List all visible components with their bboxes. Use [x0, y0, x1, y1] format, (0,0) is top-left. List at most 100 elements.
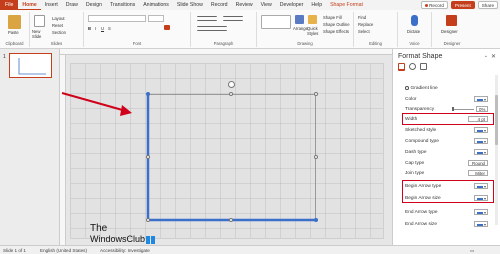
end-arrow-type-row: End Arrow type: [405, 208, 488, 216]
format-shape-pane: Format Shape ⌄ ✕ Gradient line Color Tra…: [392, 49, 500, 245]
sketched-style-label: Sketched style: [405, 127, 437, 133]
align-icon[interactable]: [197, 26, 227, 31]
reset-button[interactable]: Reset: [52, 23, 63, 28]
tab-design[interactable]: Design: [82, 0, 106, 10]
resize-handle-bottom-left[interactable]: [146, 218, 150, 222]
gradient-line-radio[interactable]: [405, 86, 409, 90]
tab-transitions[interactable]: Transitions: [106, 0, 139, 10]
end-arrow-size-picker[interactable]: [474, 221, 488, 227]
width-highlight-box: [402, 113, 494, 125]
tab-home[interactable]: Home: [18, 0, 41, 10]
shapes-gallery[interactable]: [261, 15, 291, 29]
transparency-slider[interactable]: [452, 107, 474, 111]
shape-effects-button[interactable]: Shape Effects: [323, 29, 349, 34]
begin-arrow-highlight-box: [402, 180, 494, 203]
present-button[interactable]: Present: [450, 1, 475, 9]
gradient-line-row[interactable]: Gradient line: [405, 84, 488, 92]
shape-outline-button[interactable]: Shape Outline: [323, 22, 350, 27]
cap-type-select[interactable]: Round: [468, 160, 488, 166]
transparency-input[interactable]: 0%: [476, 106, 488, 112]
tab-animations[interactable]: Animations: [139, 0, 173, 10]
close-icon[interactable]: ✕: [491, 53, 496, 60]
dash-type-picker[interactable]: [474, 149, 488, 155]
select-button[interactable]: Select: [358, 29, 370, 34]
resize-handle-left[interactable]: [146, 155, 150, 159]
dictate-button[interactable]: Dictate: [407, 29, 420, 34]
end-arrow-type-picker[interactable]: [474, 209, 488, 215]
horizontal-ruler: [60, 49, 392, 55]
italic-icon[interactable]: I: [95, 26, 96, 31]
shape-fill-button[interactable]: Shape Fill: [323, 15, 342, 20]
arrange-icon[interactable]: [295, 15, 304, 24]
bold-icon[interactable]: B: [88, 26, 91, 31]
quick-styles-icon[interactable]: [308, 15, 317, 24]
slide-thumbnail[interactable]: [9, 53, 52, 78]
tab-slide-show[interactable]: Slide Show: [173, 0, 207, 10]
windows-logo-icon: [146, 235, 156, 244]
tab-developer[interactable]: Developer: [276, 0, 308, 10]
tab-review[interactable]: Review: [232, 0, 257, 10]
font-size-select[interactable]: [148, 15, 164, 22]
numbering-icon[interactable]: [223, 16, 243, 21]
tab-insert[interactable]: Insert: [41, 0, 62, 10]
tab-shape-format[interactable]: Shape Format: [326, 0, 367, 10]
microphone-icon[interactable]: [411, 15, 418, 26]
resize-handle-right[interactable]: [314, 155, 318, 159]
ribbon: Paste Clipboard New Slide Layout Reset S…: [0, 10, 500, 49]
fill-line-icon[interactable]: [398, 63, 405, 70]
record-button[interactable]: Record: [421, 1, 448, 9]
logo-line-1: The: [90, 223, 108, 234]
tab-view[interactable]: View: [257, 0, 276, 10]
record-icon: [425, 4, 429, 8]
end-arrow-size-label: End Arrow size: [405, 221, 437, 227]
language-status[interactable]: English (United States): [40, 248, 87, 253]
tab-help[interactable]: Help: [307, 0, 326, 10]
resize-handle-bottom[interactable]: [229, 218, 233, 222]
font-color-icon[interactable]: [164, 25, 170, 30]
designer-button[interactable]: Designer: [441, 29, 458, 34]
new-slide-button[interactable]: New Slide: [32, 29, 48, 39]
arrange-button[interactable]: Arrange: [293, 26, 308, 31]
bullets-icon[interactable]: [197, 16, 217, 21]
slides-label: Slides: [50, 41, 63, 46]
sketched-style-picker[interactable]: [474, 127, 488, 133]
designer-icon[interactable]: [446, 15, 457, 26]
compound-type-picker[interactable]: [474, 138, 488, 144]
replace-button[interactable]: Replace: [358, 22, 373, 27]
font-family-select[interactable]: [88, 15, 146, 22]
paste-button[interactable]: Paste: [8, 30, 19, 35]
paragraph-group: Paragraph: [191, 12, 257, 47]
quick-styles-button[interactable]: Quick Styles: [307, 26, 321, 36]
join-type-label: Join type: [405, 170, 425, 176]
slides-group: New Slide Layout Reset Section Slides: [30, 12, 84, 47]
color-picker[interactable]: [474, 96, 488, 102]
new-slide-icon[interactable]: [34, 15, 45, 27]
zoom-fit-icon[interactable]: ▭: [470, 248, 474, 254]
effects-icon[interactable]: [409, 63, 416, 70]
tab-file[interactable]: File: [0, 0, 19, 10]
chevron-down-icon[interactable]: ⌄: [484, 53, 488, 59]
share-button[interactable]: Share: [477, 1, 498, 9]
compound-type-label: Compound type: [405, 138, 439, 144]
tabbar-actions: Record Present Share: [421, 1, 498, 9]
status-bar: Slide 1 of 1 English (United States) Acc…: [0, 245, 500, 254]
accessibility-status[interactable]: Accessibility: Investigate: [100, 248, 150, 253]
paste-icon[interactable]: [8, 15, 21, 29]
layout-button[interactable]: Layout: [52, 16, 65, 21]
end-arrow-type-label: End Arrow type: [405, 209, 438, 215]
pane-scrollbar[interactable]: [495, 75, 498, 225]
font-label: Font: [132, 41, 142, 46]
voice-label: Voice: [409, 41, 420, 46]
cap-type-label: Cap type: [405, 160, 425, 166]
resize-handle-top[interactable]: [229, 92, 233, 96]
find-button[interactable]: Find: [358, 15, 366, 20]
section-button[interactable]: Section: [52, 30, 66, 35]
tab-draw[interactable]: Draw: [62, 0, 82, 10]
editing-label: Editing: [369, 41, 382, 46]
join-type-select[interactable]: Miter: [468, 170, 488, 176]
tab-record[interactable]: Record: [207, 0, 232, 10]
underline-icon[interactable]: U: [101, 26, 104, 31]
strikethrough-icon[interactable]: S: [108, 26, 111, 31]
size-properties-icon[interactable]: [420, 63, 427, 70]
resize-handle-top-right[interactable]: [314, 92, 318, 96]
